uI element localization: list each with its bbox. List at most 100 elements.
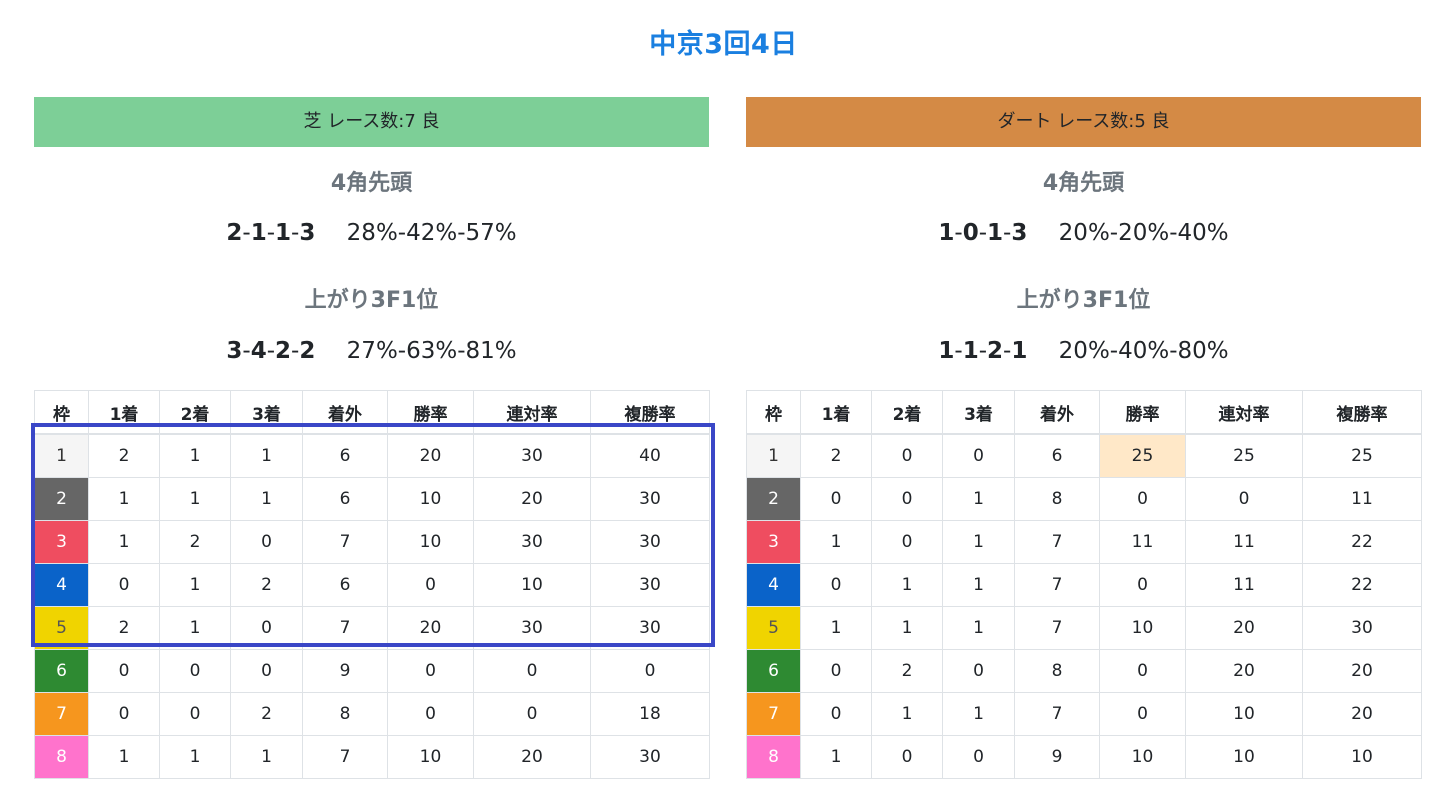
table-cell: 0 (230, 649, 303, 693)
table-row: 5 1 1 1 7 10 20 30 (746, 606, 1422, 650)
dirt-results-table: 枠 1着 2着 3着 着外 勝率 連対率 複勝率 1 2 0 0 6 25 25 25 2 0 0 1… (746, 390, 1422, 779)
table-cell: 1 (88, 735, 160, 779)
turf-corner-stats: 2-1-1-3 28%-42%-57% (34, 215, 709, 251)
table-cell: 0 (88, 563, 160, 607)
waku-cell: 4 (34, 563, 89, 607)
column-header: 枠 (34, 390, 89, 435)
table-cell: 20 (387, 433, 474, 478)
table-cell: 0 (387, 692, 474, 736)
column-header: 複勝率 (590, 390, 710, 435)
turf-corner-rates: 28%-42%-57% (346, 220, 517, 246)
waku-cell: 8 (746, 735, 801, 779)
table-cell: 0 (230, 520, 303, 564)
table-cell: 7 (302, 735, 388, 779)
table-cell: 11 (1185, 563, 1303, 607)
dirt-corner-counts: 1-0-1-3 (938, 220, 1028, 246)
table-cell: 0 (159, 692, 231, 736)
table-cell: 7 (302, 520, 388, 564)
table-cell: 20 (473, 735, 591, 779)
table-cell: 0 (871, 735, 943, 779)
waku-cell: 6 (746, 649, 801, 693)
table-cell: 22 (1302, 520, 1422, 564)
table-cell: 20 (1302, 649, 1422, 693)
turf-panel: 芝 レース数:7 良 4角先頭 2-1-1-3 28%-42%-57% 上がり3… (34, 97, 710, 779)
table-row: 1 2 0 0 6 25 25 25 (746, 433, 1422, 478)
table-cell: 2 (230, 563, 303, 607)
table-cell: 0 (800, 649, 872, 693)
dirt-corner-stats: 1-0-1-3 20%-20%-40% (746, 215, 1421, 251)
table-cell: 10 (387, 520, 474, 564)
table-cell: 30 (1302, 606, 1422, 650)
table-cell: 1 (159, 735, 231, 779)
table-row: 5 2 1 0 7 20 30 30 (34, 606, 710, 650)
table-cell: 0 (871, 477, 943, 521)
table-cell: 0 (88, 649, 160, 693)
table-cell: 22 (1302, 563, 1422, 607)
table-cell: 1 (871, 606, 943, 650)
table-row: 7 0 1 1 7 0 10 20 (746, 692, 1422, 736)
table-cell: 30 (590, 606, 710, 650)
dirt-table-body: 1 2 0 0 6 25 25 25 2 0 0 1 8 0 0 11 3 1 0 1 7 11 11 22 4 0 1 1 7 0 11 2… (746, 433, 1422, 779)
table-cell: 7 (1014, 520, 1100, 564)
table-cell: 2 (88, 606, 160, 650)
table-cell: 7 (1014, 692, 1100, 736)
waku-cell: 1 (34, 433, 89, 478)
table-cell: 7 (302, 606, 388, 650)
table-cell: 0 (871, 433, 943, 478)
table-cell: 1 (159, 433, 231, 478)
table-cell: 8 (1014, 649, 1100, 693)
dirt-panel: ダート レース数:5 良 4角先頭 1-0-1-3 20%-20%-40% 上が… (746, 97, 1422, 779)
table-cell: 1 (871, 563, 943, 607)
table-cell: 25 (1185, 433, 1303, 478)
table-cell: 0 (473, 692, 591, 736)
table-cell: 11 (1302, 477, 1422, 521)
table-cell: 0 (590, 649, 710, 693)
column-header: 1着 (88, 390, 160, 435)
table-cell: 20 (1185, 649, 1303, 693)
table-row: 1 2 1 1 6 20 30 40 (34, 433, 710, 478)
column-header: 連対率 (1185, 390, 1303, 435)
table-cell: 1 (159, 563, 231, 607)
table-cell: 11 (1099, 520, 1186, 564)
table-cell: 30 (473, 606, 591, 650)
table-cell: 8 (302, 692, 388, 736)
table-cell: 6 (302, 563, 388, 607)
table-cell: 2 (871, 649, 943, 693)
table-cell: 6 (302, 433, 388, 478)
table-cell: 2 (230, 692, 303, 736)
dirt-last3f-rates: 20%-40%-80% (1058, 338, 1229, 364)
turf-last3f-stats: 3-4-2-2 27%-63%-81% (34, 333, 709, 369)
turf-header: 芝 レース数:7 良 (34, 97, 709, 147)
table-row: 7 0 0 2 8 0 0 18 (34, 692, 710, 736)
table-cell: 0 (159, 649, 231, 693)
table-cell: 20 (473, 477, 591, 521)
column-header: 2着 (871, 390, 943, 435)
column-header: 3着 (230, 390, 303, 435)
table-cell: 10 (1099, 606, 1186, 650)
table-cell: 0 (942, 735, 1015, 779)
table-cell: 0 (1099, 477, 1186, 521)
table-cell: 1 (942, 520, 1015, 564)
table-cell: 1 (800, 520, 872, 564)
waku-cell: 2 (34, 477, 89, 521)
dirt-last3f-stats: 1-1-2-1 20%-40%-80% (746, 333, 1421, 369)
waku-cell: 8 (34, 735, 89, 779)
table-row: 2 0 0 1 8 0 0 11 (746, 477, 1422, 521)
column-header: 勝率 (1099, 390, 1186, 435)
page-title: 中京3回4日 (649, 29, 798, 60)
table-row: 8 1 1 1 7 10 20 30 (34, 735, 710, 779)
dirt-last3f-title: 上がり3F1位 (1016, 288, 1151, 313)
dirt-corner-title: 4角先頭 (1042, 171, 1125, 196)
table-row: 3 1 0 1 7 11 11 22 (746, 520, 1422, 564)
table-row: 60009000 (34, 649, 710, 693)
table-cell: 7 (1014, 606, 1100, 650)
table-cell: 20 (387, 606, 474, 650)
table-cell: 0 (387, 649, 474, 693)
table-cell: 20 (1302, 692, 1422, 736)
table-cell: 0 (942, 649, 1015, 693)
table-cell: 1 (230, 477, 303, 521)
table-cell: 30 (590, 520, 710, 564)
table-cell: 10 (1185, 692, 1303, 736)
column-header: 1着 (800, 390, 872, 435)
table-cell: 30 (590, 563, 710, 607)
